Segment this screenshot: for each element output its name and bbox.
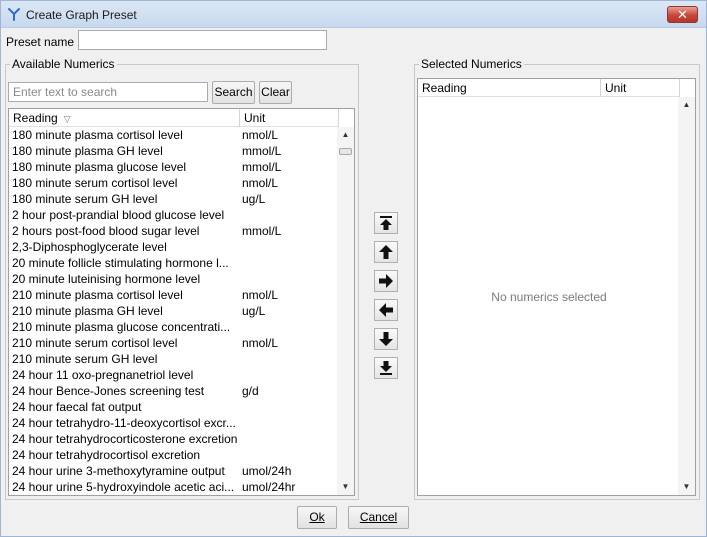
no-numerics-message: No numerics selected (491, 290, 607, 304)
create-graph-preset-dialog: Create Graph Preset ✕ Preset name Availa… (0, 0, 707, 537)
title-bar[interactable]: Create Graph Preset ✕ (1, 1, 706, 28)
reading-cell: 180 minute serum cortisol level (12, 176, 178, 190)
move-down-button[interactable] (374, 328, 398, 350)
reading-cell: 20 minute luteinising hormone level (12, 272, 201, 286)
scroll-down-arrow[interactable]: ▼ (337, 479, 354, 495)
reading-cell: 210 minute plasma cortisol level (12, 288, 183, 302)
search-button-label: Search (214, 85, 253, 99)
ok-button[interactable]: Ok (297, 506, 337, 529)
reading-cell: 24 hour urine 5-hydroxyindole acetic aci… (12, 480, 235, 494)
move-to-bottom-button[interactable] (374, 357, 398, 379)
reading-cell: 24 hour tetrahydrocorticosterone excreti… (12, 432, 238, 446)
move-up-icon (379, 245, 393, 259)
reading-cell: 20 minute follicle stimulating hormone l… (12, 256, 229, 270)
unit-cell: mmol/L (242, 224, 282, 238)
available-numerics-title: Available Numerics (10, 57, 117, 71)
move-to-top-button[interactable] (374, 212, 398, 234)
scroll-up-arrow[interactable]: ▲ (337, 127, 354, 143)
reading-cell: 180 minute plasma cortisol level (12, 128, 183, 142)
available-numerics-list[interactable]: Reading ▽ Unit 180 minute plasma cortisol… (8, 108, 355, 496)
unit-column-header[interactable]: Unit (240, 109, 339, 127)
reading-cell: 2,3-Diphosphoglycerate level (12, 240, 167, 254)
selected-numerics-title: Selected Numerics (419, 57, 524, 71)
reading-cell: 210 minute serum GH level (12, 352, 158, 366)
clear-button[interactable]: Clear (259, 81, 292, 104)
close-icon: ✕ (677, 7, 688, 22)
unit-cell: umol/24hr (242, 480, 296, 494)
unit-cell: ug/L (242, 192, 266, 206)
remove-from-selected-button[interactable] (374, 299, 398, 321)
unit-cell: mmol/L (242, 144, 282, 158)
reading-cell: 24 hour urine 3-methoxytyramine output (12, 464, 225, 478)
add-right-icon (379, 274, 393, 288)
app-logo-icon (8, 8, 20, 21)
cancel-button[interactable]: Cancel (348, 506, 409, 529)
unit-cell: umol/24h (242, 464, 292, 478)
reading-cell: 2 hours post-food blood sugar level (12, 224, 200, 238)
search-button[interactable]: Search (212, 81, 255, 104)
reading-cell: 24 hour tetrahydro-11-deoxycortisol excr… (12, 416, 236, 430)
selected-scrollbar[interactable]: ▲ ▼ (678, 97, 695, 495)
selected-list-header: Reading Unit (418, 79, 680, 97)
unit-cell: g/d (242, 384, 259, 398)
reading-cell: 24 hour 11 oxo-pregnanetriol level (12, 368, 194, 382)
selected-scroll-up-arrow[interactable]: ▲ (678, 97, 695, 113)
unit-cell: nmol/L (242, 336, 279, 350)
unit-cell: nmol/L (242, 176, 279, 190)
unit-cell: ug/L (242, 304, 266, 318)
window-title: Create Graph Preset (26, 8, 137, 22)
available-scrollbar[interactable]: ▲ ▼ (337, 127, 354, 495)
cancel-button-label: Cancel (359, 510, 398, 524)
reading-cell: 210 minute serum cortisol level (12, 336, 178, 350)
preset-name-input[interactable] (78, 30, 327, 50)
selected-numerics-list[interactable]: Reading Unit No numerics selected ▲ ▼ (417, 78, 696, 496)
close-button[interactable]: ✕ (667, 6, 698, 23)
search-input[interactable] (8, 82, 208, 102)
selected-reading-column-header[interactable]: Reading (418, 79, 601, 97)
selected-unit-column-header[interactable]: Unit (601, 79, 680, 97)
reading-column-header[interactable]: Reading ▽ (9, 109, 240, 127)
reading-cell: 24 hour faecal fat output (12, 400, 142, 414)
reading-cell: 180 minute plasma glucose level (12, 160, 187, 174)
move-to-bottom-icon (380, 361, 392, 375)
selected-scroll-down-arrow[interactable]: ▼ (678, 479, 695, 495)
available-list-header: Reading ▽ Unit (9, 109, 339, 127)
move-down-icon (379, 332, 393, 346)
reading-cell: 210 minute plasma GH level (12, 304, 163, 318)
add-to-selected-button[interactable] (374, 270, 398, 292)
ok-button-label: Ok (309, 510, 325, 524)
move-to-top-icon (380, 216, 392, 230)
unit-cell: mmol/L (242, 160, 282, 174)
reading-cell: 24 hour Bence-Jones screening test (12, 384, 205, 398)
selected-reading-column-label: Reading (422, 81, 467, 95)
reading-cell: 210 minute plasma glucose concentrati... (12, 320, 231, 334)
unit-cell: nmol/L (242, 288, 279, 302)
reading-cell: 180 minute plasma GH level (12, 144, 163, 158)
move-up-button[interactable] (374, 241, 398, 263)
reading-cell: 24 hour tetrahydrocortisol excretion (12, 448, 201, 462)
unit-cell: nmol/L (242, 128, 279, 142)
reading-column-label: Reading (13, 111, 58, 125)
preset-name-label: Preset name (6, 35, 75, 49)
selected-unit-column-label: Unit (605, 81, 627, 95)
reading-cell: 2 hour post-prandial blood glucose level (12, 208, 225, 222)
sort-descending-icon: ▽ (63, 114, 71, 124)
scroll-thumb[interactable] (339, 148, 352, 155)
unit-column-label: Unit (244, 111, 266, 125)
reading-cell: 180 minute serum GH level (12, 192, 158, 206)
remove-left-icon (379, 303, 393, 317)
clear-button-label: Clear (261, 85, 290, 99)
